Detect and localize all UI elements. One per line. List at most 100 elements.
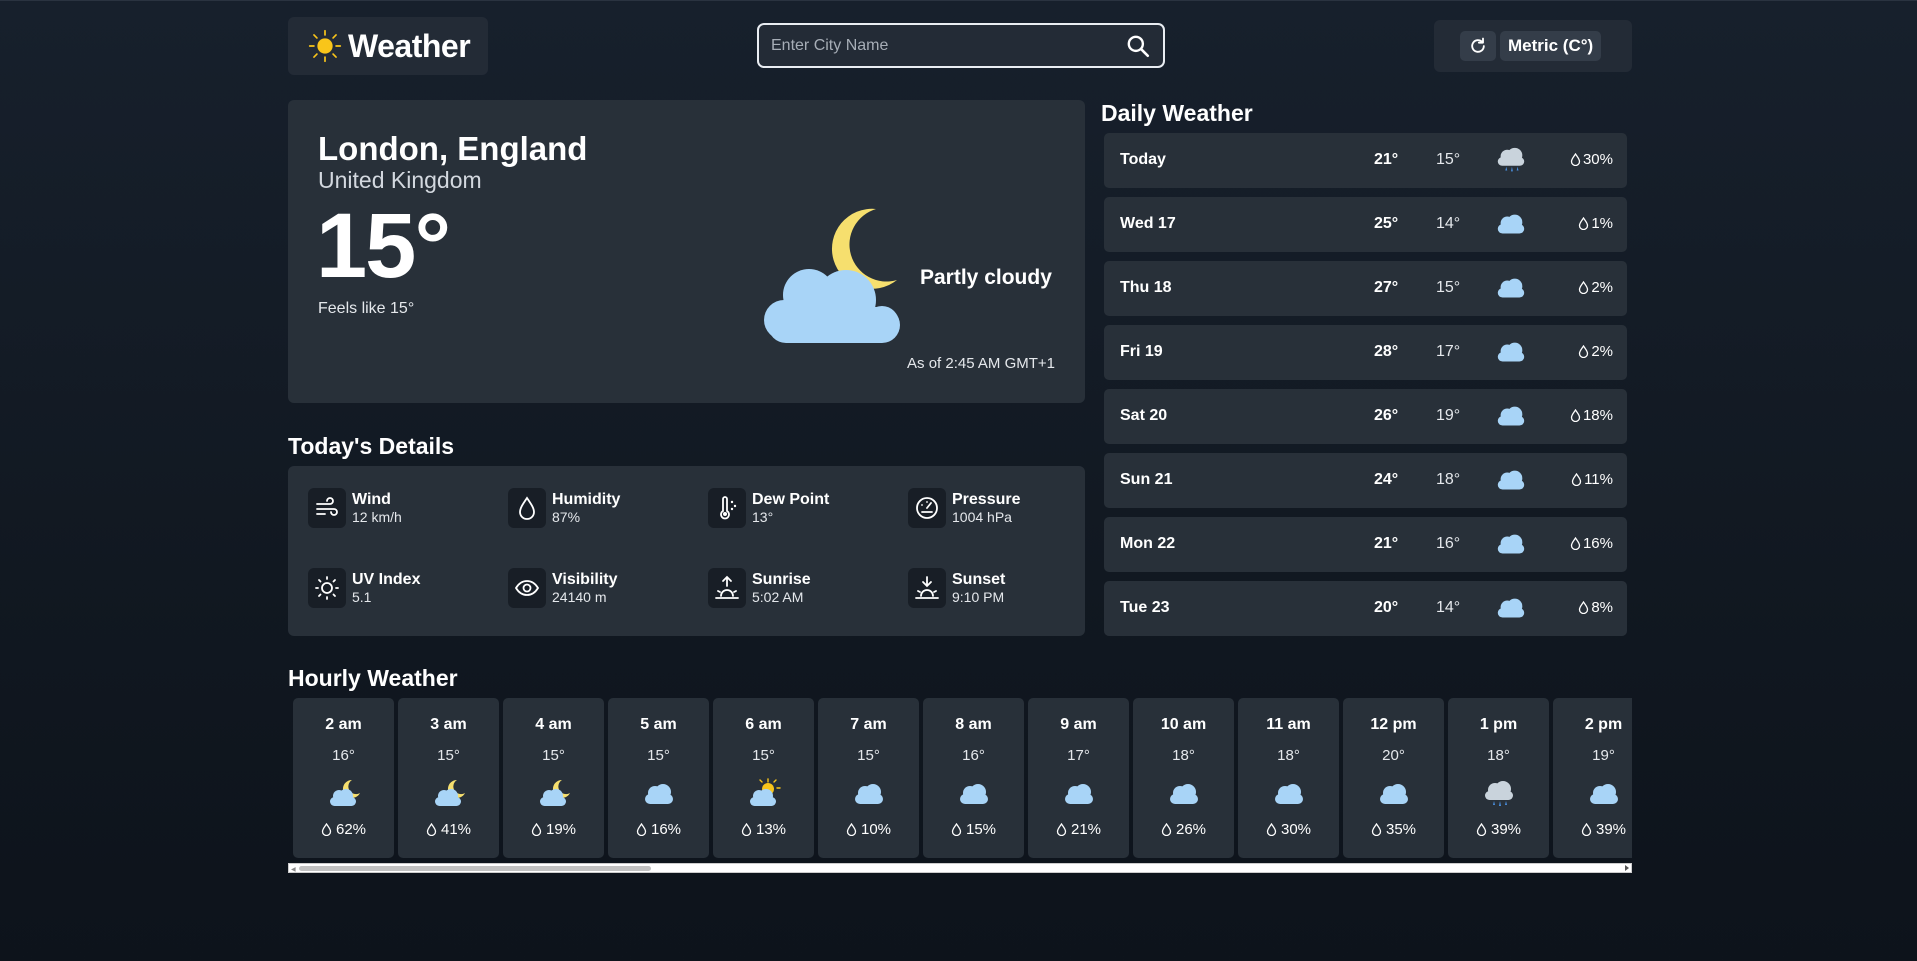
hour-precip-chance: 15% [923, 821, 1024, 838]
day-precip-chance: 11% [1571, 471, 1613, 488]
hour-time: 6 am [745, 716, 782, 733]
hour-precip-chance: 41% [398, 821, 499, 838]
sun-logo-icon [308, 29, 342, 63]
day-name: Mon 22 [1120, 535, 1176, 552]
hour-time: 11 am [1266, 716, 1311, 733]
hourly-card[interactable]: 10 am 18° 26% [1133, 698, 1234, 858]
hour-time: 7 am [850, 716, 887, 733]
precip-value: 19% [545, 821, 577, 838]
day-high-temp: 28° [1374, 343, 1399, 360]
hourly-card[interactable]: 5 am 15° 16% [608, 698, 709, 858]
hourly-card[interactable]: 11 am 18° 30% [1238, 698, 1339, 858]
app-logo[interactable]: Weather [288, 17, 488, 75]
precip-drop-icon [1570, 153, 1581, 166]
day-low-temp: 16° [1436, 535, 1461, 552]
day-name: Today [1120, 151, 1166, 168]
day-precip-chance: 16% [1570, 535, 1613, 552]
current-condition: Partly cloudy [920, 266, 1052, 289]
precip-value: 30% [1582, 151, 1613, 168]
precip-value: 11% [1584, 471, 1613, 488]
scroll-thumb[interactable] [299, 866, 651, 871]
detail-sunrise: Sunrise 5:02 AM [708, 568, 811, 608]
daily-row[interactable]: Today 21° 15° 30% [1104, 133, 1627, 188]
daily-row[interactable]: Wed 17 25° 14° 1% [1104, 197, 1627, 252]
todays-details-panel: Wind 12 km/h Humidity 87% Dew Point 13° [288, 466, 1085, 636]
day-high-temp: 25° [1374, 215, 1399, 232]
precip-drop-icon [1579, 601, 1589, 614]
hour-time: 8 am [955, 716, 992, 733]
cloud-icon [641, 778, 677, 810]
search-icon[interactable] [1125, 33, 1151, 59]
hourly-scrollbar[interactable]: ◀ [288, 863, 1632, 873]
detail-pressure: Pressure 1004 hPa [908, 488, 1021, 528]
city-search-input[interactable] [771, 36, 1125, 55]
hour-precip-chance: 62% [293, 821, 394, 838]
daily-title: Daily Weather [1101, 100, 1253, 126]
hour-temp: 20° [1382, 747, 1405, 764]
hour-precip-chance: 39% [1553, 821, 1632, 838]
scroll-left-arrow[interactable]: ◀ [291, 866, 296, 873]
hour-time: 9 am [1060, 716, 1097, 733]
hour-precip-chance: 13% [713, 821, 814, 838]
day-low-temp: 18° [1436, 471, 1461, 488]
refresh-button[interactable] [1460, 31, 1496, 61]
hour-time: 2 pm [1584, 716, 1623, 733]
hourly-card[interactable]: 12 pm 20° 35% [1343, 698, 1444, 858]
precip-drop-icon [741, 823, 752, 836]
day-low-temp: 19° [1436, 407, 1461, 424]
hourly-card[interactable]: 6 am 15° 13% [713, 698, 814, 858]
daily-row[interactable]: Tue 23 20° 14° 8% [1104, 581, 1627, 636]
daily-row[interactable]: Sat 20 26° 19° 18% [1104, 389, 1627, 444]
unit-toggle-button[interactable]: Metric (C°) [1500, 31, 1602, 61]
hour-time: 3 am [430, 716, 467, 733]
hourly-card[interactable]: 7 am 15° 10% [818, 698, 919, 858]
day-high-temp: 24° [1374, 471, 1399, 488]
daily-row[interactable]: Thu 18 27° 15° 2% [1104, 261, 1627, 316]
rain-cloud-icon [1481, 778, 1517, 810]
scroll-right-arrow[interactable] [1625, 865, 1629, 871]
hour-time: 4 am [535, 716, 572, 733]
precip-value: 21% [1070, 821, 1102, 838]
day-precip-chance: 1% [1578, 215, 1613, 232]
precip-drop-icon [1476, 823, 1487, 836]
humidity-drop-icon [508, 488, 546, 528]
precip-drop-icon [531, 823, 542, 836]
hourly-card[interactable]: 2 pm 19° 39% [1553, 698, 1632, 858]
hourly-card[interactable]: 9 am 17° 21% [1028, 698, 1129, 858]
daily-row[interactable]: Mon 22 21° 16° 16% [1104, 517, 1627, 572]
precip-value: 18% [1582, 407, 1613, 424]
hourly-forecast-list[interactable]: 2 am 16° 62% 3 am 15° 41% 4 am 15° 19% 5 am 15° 16%… [288, 698, 1632, 863]
cloud-icon [1494, 209, 1528, 239]
cloud-icon [1494, 465, 1528, 495]
uv-sun-icon [308, 568, 346, 608]
day-name: Sat 20 [1120, 407, 1168, 424]
hour-precip-chance: 16% [608, 821, 709, 838]
hourly-card[interactable]: 1 pm 18° 39% [1448, 698, 1549, 858]
day-low-temp: 14° [1436, 215, 1461, 232]
day-name: Fri 19 [1120, 343, 1163, 360]
city-search-box[interactable] [757, 23, 1165, 68]
precip-value: 39% [1595, 821, 1627, 838]
precip-drop-icon [636, 823, 647, 836]
day-high-temp: 21° [1374, 151, 1399, 168]
hourly-card[interactable]: 8 am 16° 15% [923, 698, 1024, 858]
hour-temp: 18° [1172, 747, 1195, 764]
hourly-card[interactable]: 3 am 15° 41% [398, 698, 499, 858]
daily-row[interactable]: Fri 19 28° 17° 2% [1104, 325, 1627, 380]
daily-row[interactable]: Sun 21 24° 18° 11% [1104, 453, 1627, 508]
app-container: Weather Metric (C°) London, England Unit… [288, 1, 1632, 961]
hour-temp: 16° [332, 747, 355, 764]
hour-time: 10 am [1160, 716, 1207, 733]
hour-time: 5 am [640, 716, 677, 733]
cloud-icon [1586, 778, 1622, 810]
precip-drop-icon [1579, 281, 1589, 294]
moon-cloud-icon [536, 778, 572, 810]
precip-drop-icon [1056, 823, 1067, 836]
hourly-card[interactable]: 4 am 15° 19% [503, 698, 604, 858]
hour-temp: 15° [647, 747, 670, 764]
hour-temp: 15° [437, 747, 460, 764]
precip-value: 39% [1490, 821, 1522, 838]
precip-drop-icon [1579, 217, 1589, 230]
hourly-card[interactable]: 2 am 16° 62% [293, 698, 394, 858]
cloud-icon [851, 778, 887, 810]
